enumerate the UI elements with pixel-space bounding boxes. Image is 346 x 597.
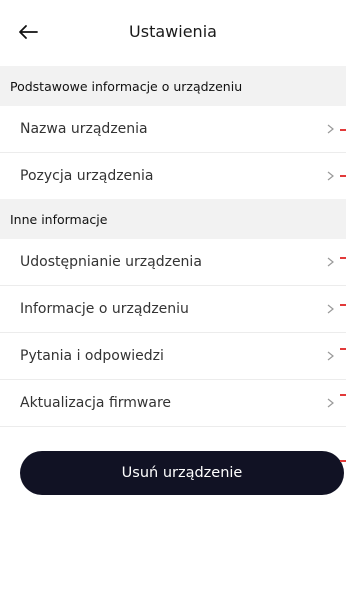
device-name-item[interactable]: Nazwa urządzenia: [0, 106, 346, 153]
list-item-label: Nazwa urządzenia: [20, 121, 148, 137]
list-item-label: Pytania i odpowiedzi: [20, 348, 164, 364]
chevron-right-icon: [327, 398, 334, 408]
red-marker: [340, 257, 346, 259]
delete-button-container: Usuń urządzenie: [0, 451, 346, 495]
list-item-label: Informacje o urządzeniu: [20, 301, 189, 317]
chevron-right-icon: [327, 304, 334, 314]
list-item-label: Pozycja urządzenia: [20, 168, 154, 184]
chevron-right-icon: [327, 351, 334, 361]
device-info-item[interactable]: Informacje o urządzeniu: [0, 286, 346, 333]
chevron-right-icon: [327, 171, 334, 181]
chevron-right-icon: [327, 124, 334, 134]
top-bar: Ustawienia: [0, 0, 346, 66]
chevron-right-icon: [327, 257, 334, 267]
red-marker: [340, 394, 346, 396]
red-marker: [340, 348, 346, 350]
firmware-update-item[interactable]: Aktualizacja firmware: [0, 380, 346, 427]
device-sharing-item[interactable]: Udostępnianie urządzenia: [0, 239, 346, 286]
device-position-item[interactable]: Pozycja urządzenia: [0, 153, 346, 199]
list-item-label: Udostępnianie urządzenia: [20, 254, 202, 270]
section-header-other-info: Inne informacje: [0, 199, 346, 239]
section-header-basic-info: Podstawowe informacje o urządzeniu: [0, 66, 346, 106]
red-marker: [340, 129, 346, 131]
delete-device-button[interactable]: Usuń urządzenie: [20, 451, 344, 495]
page-title: Ustawienia: [129, 22, 217, 41]
red-marker: [340, 460, 346, 462]
faq-item[interactable]: Pytania i odpowiedzi: [0, 333, 346, 380]
list-item-label: Aktualizacja firmware: [20, 395, 172, 411]
red-marker: [340, 304, 346, 306]
red-marker: [340, 175, 346, 177]
settings-screen: Ustawienia Podstawowe informacje o urząd…: [0, 0, 346, 597]
